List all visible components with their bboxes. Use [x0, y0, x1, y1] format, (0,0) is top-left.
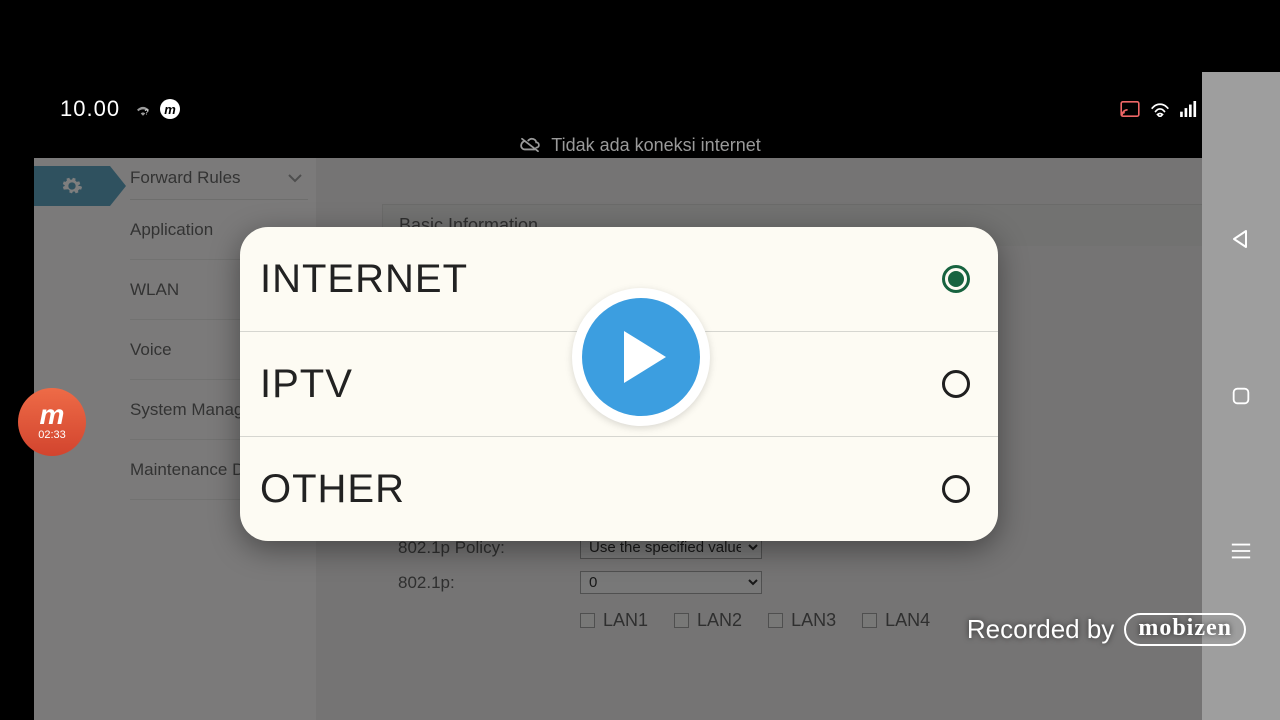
video-play-button[interactable]: [572, 288, 710, 426]
status-left-icons: ? m: [134, 99, 180, 119]
lan4-checkbox[interactable]: LAN4: [862, 610, 930, 631]
nav-back-button[interactable]: [1229, 227, 1253, 256]
checkbox-icon: [768, 613, 783, 628]
signal-icon: [1180, 101, 1198, 117]
play-inner: [582, 298, 700, 416]
radio-selected-icon: [942, 265, 970, 293]
watermark-prefix: Recorded by: [967, 614, 1114, 645]
option-label: OTHER: [260, 467, 405, 512]
gear-icon: [61, 175, 83, 197]
wifi-icon: [1150, 102, 1170, 117]
gear-tab[interactable]: [34, 166, 110, 206]
field-label: 802.1p:: [398, 573, 580, 593]
wifi-question-icon: ?: [134, 102, 152, 116]
recording-time: 02:33: [38, 429, 66, 441]
mobizen-m-icon: m: [40, 403, 65, 427]
status-time: 10.00: [60, 96, 120, 122]
sidebar-item-forward-rules[interactable]: Forward Rules: [130, 168, 308, 200]
square-home-icon: [1230, 385, 1252, 407]
sidebar-item-label: Application: [130, 220, 213, 240]
triangle-back-icon: [1229, 227, 1253, 251]
radio-unselected-icon: [942, 475, 970, 503]
cast-icon: [1120, 101, 1140, 117]
mobizen-recorder-badge[interactable]: m 02:33: [18, 388, 86, 456]
sidebar-item-label: WLAN: [130, 280, 179, 300]
option-other[interactable]: OTHER: [240, 436, 998, 541]
svg-text:?: ?: [145, 107, 149, 116]
sidebar-item-label: Forward Rules: [130, 168, 241, 188]
option-label: IPTV: [260, 362, 353, 407]
nav-home-button[interactable]: [1230, 385, 1252, 412]
lan3-checkbox[interactable]: LAN3: [768, 610, 836, 631]
lan1-checkbox[interactable]: LAN1: [580, 610, 648, 631]
recorded-by-watermark: Recorded by mobizen: [967, 613, 1246, 646]
sidebar-item-label: Voice: [130, 340, 172, 360]
chevron-down-icon: [288, 168, 302, 188]
cloud-off-icon: [519, 137, 541, 153]
row-8021p: 802.1p: 0: [382, 571, 1224, 594]
option-label: INTERNET: [260, 257, 468, 302]
lan2-checkbox[interactable]: LAN2: [674, 610, 742, 631]
radio-unselected-icon: [942, 370, 970, 398]
no-internet-text: Tidak ada koneksi internet: [551, 135, 760, 156]
select-8021p[interactable]: 0: [580, 571, 762, 594]
status-bar: 10.00 ? m: [0, 95, 1280, 123]
checkbox-icon: [862, 613, 877, 628]
checkbox-icon: [674, 613, 689, 628]
play-icon: [620, 329, 670, 385]
menu-recents-icon: [1230, 542, 1252, 560]
watermark-brand: mobizen: [1124, 613, 1246, 646]
no-internet-banner: Tidak ada koneksi internet: [0, 132, 1280, 158]
nav-recents-button[interactable]: [1230, 542, 1252, 565]
mobizen-status-icon: m: [160, 99, 180, 119]
checkbox-icon: [580, 613, 595, 628]
